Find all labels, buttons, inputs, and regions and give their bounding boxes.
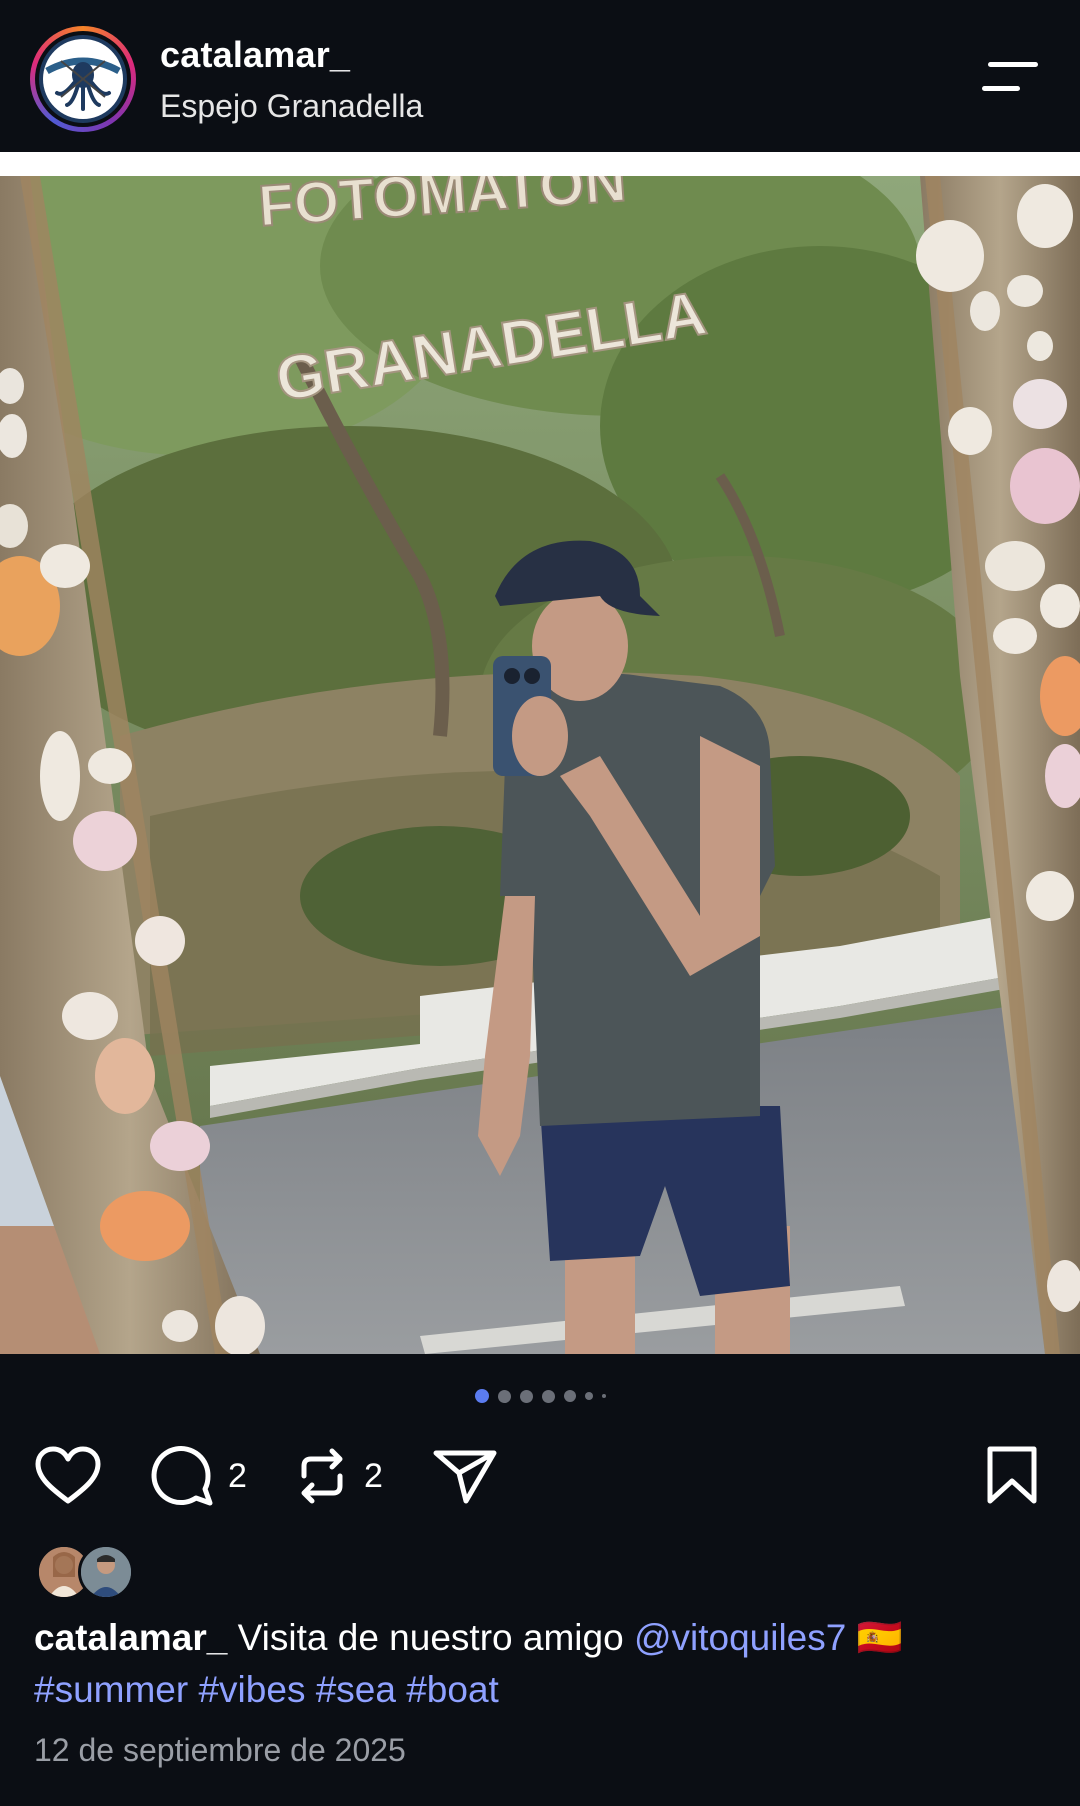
repost-count: 2 <box>364 1456 383 1495</box>
carousel-indicator <box>0 1386 1080 1406</box>
post-date: 12 de septiembre de 2025 <box>34 1732 406 1768</box>
caption-username[interactable]: catalamar_ <box>34 1617 227 1658</box>
carousel-dot <box>563 1390 576 1402</box>
menu-button[interactable] <box>982 58 1044 98</box>
hashtag-boat[interactable]: #boat <box>406 1669 499 1710</box>
header-username[interactable]: catalamar_ <box>160 34 350 76</box>
caption-text: Visita de nuestro amigo <box>227 1617 634 1658</box>
carousel-dot <box>601 1394 606 1398</box>
like-button[interactable] <box>34 1430 102 1522</box>
repost-icon <box>301 1448 343 1504</box>
carousel-dot <box>474 1389 489 1403</box>
hamburger-menu-icon <box>988 62 1038 67</box>
caption-mention[interactable]: @vitoquiles7 <box>634 1617 846 1658</box>
post-header: catalamar_ Espejo Granadella <box>0 0 1080 152</box>
image-top-border <box>0 152 1080 176</box>
carousel-dot <box>497 1389 511 1403</box>
hashtag-vibes[interactable]: #vibes <box>198 1669 305 1710</box>
carousel-dot <box>584 1392 593 1400</box>
hashtag-summer[interactable]: #summer <box>34 1669 188 1710</box>
share-button[interactable] <box>432 1430 498 1522</box>
carousel-dot <box>519 1389 533 1403</box>
liker-avatar <box>78 1544 134 1600</box>
post-actions-bar: 2 2 <box>0 1430 1080 1522</box>
carousel-dot <box>541 1389 555 1403</box>
comment-count: 2 <box>228 1456 247 1495</box>
send-icon <box>433 1450 497 1504</box>
liked-by-avatars[interactable] <box>36 1544 136 1602</box>
post-image[interactable]: FOTOMATÓN GRANADELLA <box>0 176 1080 1354</box>
bookmark-icon <box>987 1446 1037 1504</box>
post-caption: catalamar_ Visita de nuestro amigo @vito… <box>34 1612 1044 1716</box>
hashtag-sea[interactable]: #sea <box>316 1669 396 1710</box>
comment-button[interactable]: 2 <box>148 1430 247 1522</box>
header-location[interactable]: Espejo Granadella <box>160 88 423 125</box>
comment-icon <box>151 1446 213 1506</box>
save-button[interactable] <box>984 1430 1040 1522</box>
caption-flag-emoji: 🇪🇸 <box>846 1617 903 1658</box>
repost-button[interactable]: 2 <box>294 1430 383 1522</box>
profile-avatar[interactable] <box>30 26 136 132</box>
octopus-logo-icon <box>43 39 123 119</box>
heart-icon <box>35 1446 101 1504</box>
